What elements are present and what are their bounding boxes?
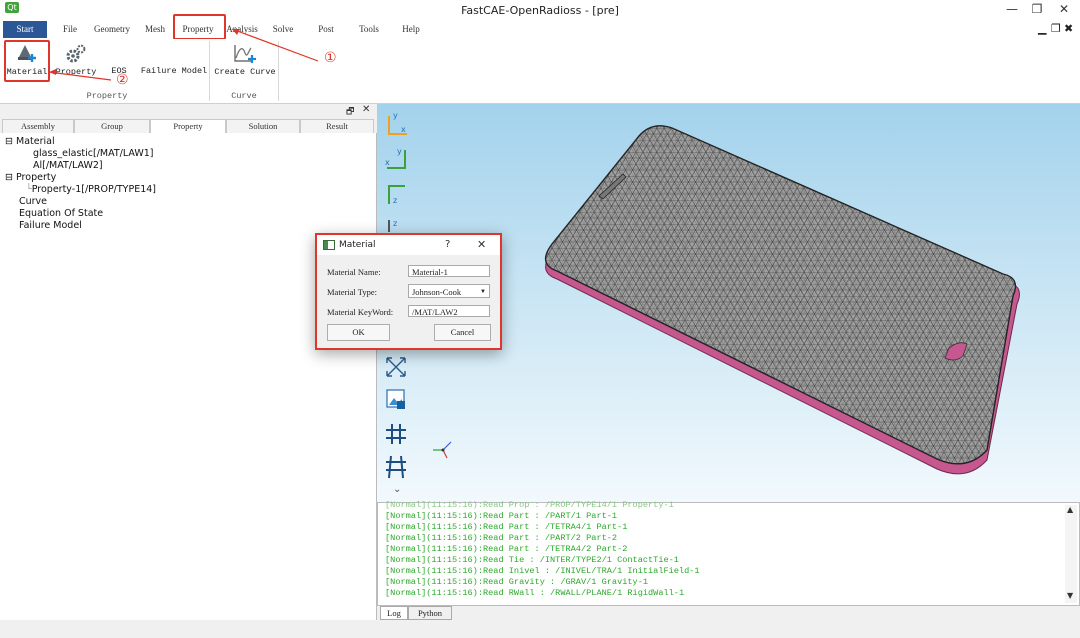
view-zx-icon[interactable]: z <box>388 219 397 232</box>
tree-item-al[interactable]: Al[/MAT/LAW2] <box>33 160 103 171</box>
tree-item-label: Property <box>16 172 57 183</box>
collapse-icon[interactable]: ⊟ <box>5 136 13 147</box>
svg-text:z: z <box>393 219 397 228</box>
tab-result[interactable]: Result <box>300 119 374 133</box>
log-line: [Normal](11:15:16):Read Gravity : /GRAV/… <box>385 577 649 587</box>
console-scrollbar[interactable]: ▲ ▼ <box>1065 505 1077 603</box>
svg-text:x: x <box>401 125 406 134</box>
log-line: [Normal](11:15:16):Read RWall : /RWALL/P… <box>385 588 685 598</box>
log-console[interactable]: [Normal](11:15:16):Read Prop : /PROP/TYP… <box>377 500 1080 606</box>
log-line: [Normal](11:15:16):Read Part : /PART/1 P… <box>385 511 618 521</box>
mesh-grid-icon[interactable] <box>386 455 406 479</box>
tree-item-label: Property-1[/PROP/TYPE14] <box>31 184 157 195</box>
panel-tabs: Assembly Group Property Solution Result <box>0 119 376 133</box>
arrow-line-2 <box>48 71 112 81</box>
material-type-label: Material Type: <box>327 287 377 297</box>
svg-text:y: y <box>393 111 398 120</box>
tab-assembly[interactable]: Assembly <box>2 119 74 133</box>
help-icon[interactable]: ? <box>445 239 450 250</box>
svg-text:z: z <box>393 196 397 205</box>
svg-text:y: y <box>397 147 402 156</box>
log-line: [Normal](11:15:16):Read Part : /PART/2 P… <box>385 533 618 543</box>
dialog-window-icon <box>323 240 335 250</box>
dialog-close-icon[interactable]: ✕ <box>477 238 486 251</box>
log-line: [Normal](11:15:16):Read Prop : /PROP/TYP… <box>385 500 674 510</box>
arrow-head-2 <box>49 69 56 75</box>
grid-icon[interactable] <box>386 424 406 444</box>
material-type-value: Johnson-Cook <box>412 287 462 297</box>
ok-button[interactable]: OK <box>327 324 390 341</box>
screenshot-icon[interactable] <box>386 389 405 409</box>
fit-view-icon[interactable] <box>386 357 406 377</box>
material-name-label: Material Name: <box>327 267 381 277</box>
svg-text:x: x <box>385 158 390 167</box>
tree-item-glass-elastic[interactable]: glass_elastic[/MAT/LAW1] <box>33 148 154 159</box>
float-panel-icon[interactable]: 🗗 <box>346 104 354 120</box>
log-line: [Normal](11:15:16):Read Tie : /INTER/TYP… <box>385 555 679 565</box>
tree-item-material[interactable]: ⊟ Material <box>5 136 55 147</box>
scroll-up-icon[interactable]: ▲ <box>1067 505 1073 514</box>
tree-item-label: Material <box>16 136 55 147</box>
material-type-select[interactable]: Johnson-Cook ▼ <box>408 284 490 298</box>
tree-panel: ⊟ Material glass_elastic[/MAT/LAW1] Al[/… <box>0 133 377 620</box>
log-line: [Normal](11:15:16):Read Inivel : /INIVEL… <box>385 566 700 576</box>
tab-python[interactable]: Python <box>408 606 452 620</box>
axis-triad <box>433 441 452 459</box>
arrow-line-1 <box>231 28 319 62</box>
annotation-step-1: ① <box>324 50 337 66</box>
material-dialog: Material ? ✕ Material Name: Material-1 M… <box>315 233 502 350</box>
tab-group[interactable]: Group <box>74 119 150 133</box>
tree-item-property-1[interactable]: └Property-1[/PROP/TYPE14] <box>26 184 156 195</box>
tab-solution[interactable]: Solution <box>226 119 300 133</box>
tree-item-failure-model[interactable]: Failure Model <box>19 220 82 231</box>
panel-header: 🗗 ✕ <box>0 104 376 118</box>
dialog-title: Material <box>339 240 376 250</box>
close-panel-icon[interactable]: ✕ <box>362 104 370 115</box>
scroll-down-icon[interactable]: ▼ <box>1067 591 1073 600</box>
dropdown-arrow-icon: ▼ <box>480 289 486 295</box>
view-yx-icon[interactable]: yx <box>385 147 406 169</box>
log-line: [Normal](11:15:16):Read Part : /TETRA4/2… <box>385 544 628 554</box>
log-line: [Normal](11:15:16):Read Part : /TETRA4/1… <box>385 522 628 532</box>
collapse-icon[interactable]: ⊟ <box>5 172 13 183</box>
dialog-title-bar: Material ? ✕ <box>317 235 500 255</box>
view-xz-icon[interactable]: z <box>388 185 405 205</box>
material-keyword-label: Material KeyWord: <box>327 307 394 317</box>
annotation-step-2: ② <box>116 72 129 88</box>
tree-item-property[interactable]: ⊟ Property <box>5 172 56 183</box>
cancel-button[interactable]: Cancel <box>434 324 491 341</box>
tree-item-equation-of-state[interactable]: Equation Of State <box>19 208 103 219</box>
tab-property[interactable]: Property <box>150 119 226 133</box>
material-keyword-input[interactable]: /MAT/LAW2 <box>408 305 490 317</box>
view-xy-icon[interactable]: yx <box>388 111 407 135</box>
tab-log[interactable]: Log <box>380 606 408 620</box>
material-name-input[interactable]: Material-1 <box>408 265 490 277</box>
tree-item-curve[interactable]: Curve <box>19 196 47 207</box>
more-tools-icon[interactable]: ⌄ <box>393 484 401 495</box>
